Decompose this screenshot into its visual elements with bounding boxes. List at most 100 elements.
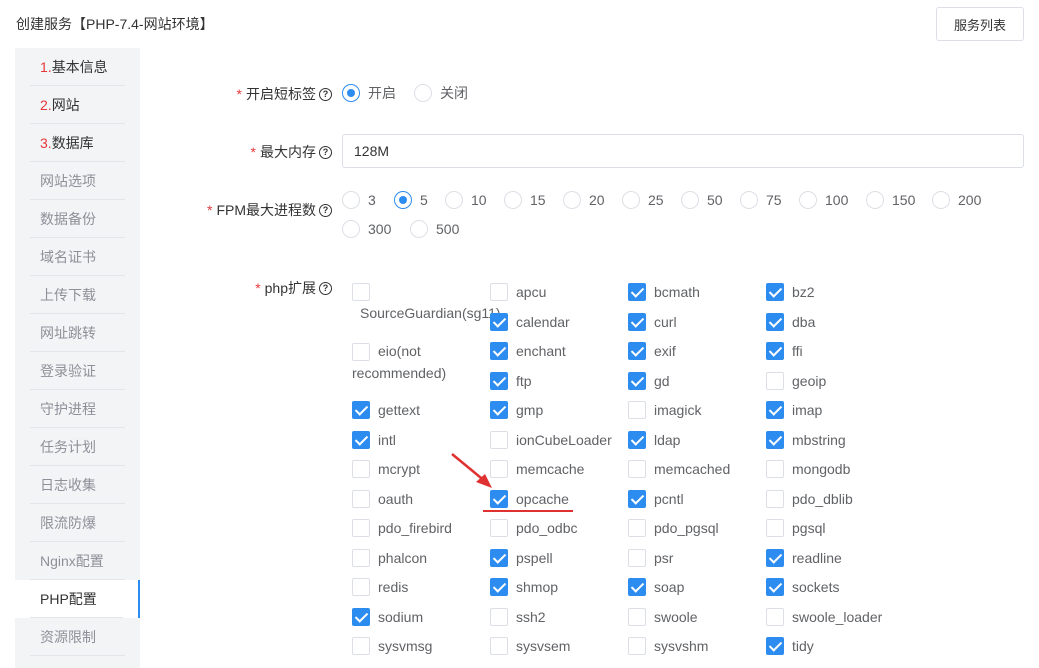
checkbox-box[interactable] — [490, 608, 508, 626]
radio-option[interactable]: 10 — [445, 191, 487, 209]
php-ext-checkbox[interactable]: sysvmsg — [352, 637, 432, 655]
checkbox-box[interactable] — [490, 313, 508, 331]
php-ext-checkbox[interactable]: ffi — [766, 342, 803, 360]
checkbox-box[interactable] — [628, 460, 646, 478]
radio-option[interactable]: 500 — [410, 220, 459, 238]
php-ext-checkbox[interactable]: gettext — [352, 401, 420, 419]
radio-circle[interactable] — [410, 220, 428, 238]
checkbox-box[interactable] — [352, 431, 370, 449]
radio-option[interactable]: 15 — [504, 191, 546, 209]
sidebar-item[interactable]: 2. 网站 — [15, 86, 140, 124]
php-ext-checkbox[interactable]: shmop — [490, 578, 558, 596]
checkbox-box[interactable] — [766, 460, 784, 478]
checkbox-box[interactable] — [628, 342, 646, 360]
php-ext-checkbox[interactable]: geoip — [766, 372, 826, 390]
checkbox-box[interactable] — [766, 313, 784, 331]
checkbox-box[interactable] — [490, 578, 508, 596]
php-ext-checkbox[interactable]: sysvshm — [628, 637, 708, 655]
php-ext-checkbox[interactable]: psr — [628, 549, 673, 567]
checkbox-box[interactable] — [766, 549, 784, 567]
sidebar-item[interactable]: 限流防爆 — [15, 504, 140, 542]
php-ext-checkbox[interactable]: sysvsem — [490, 637, 570, 655]
php-ext-checkbox[interactable]: ionCubeLoader — [490, 431, 612, 449]
checkbox-box[interactable] — [766, 578, 784, 596]
php-ext-checkbox[interactable]: pdo_odbc — [490, 519, 578, 537]
php-ext-checkbox[interactable]: eio(not recommended) — [352, 342, 477, 384]
php-ext-checkbox[interactable]: SourceGuardian(sg11) — [352, 283, 501, 321]
radio-circle[interactable] — [394, 191, 412, 209]
radio-circle[interactable] — [681, 191, 699, 209]
php-ext-checkbox[interactable]: pspell — [490, 549, 553, 567]
sidebar-item[interactable]: Nginx配置 — [15, 542, 140, 580]
max-memory-input[interactable] — [342, 134, 1024, 168]
php-ext-checkbox[interactable]: pdo_pgsql — [628, 519, 719, 537]
checkbox-box[interactable] — [628, 608, 646, 626]
php-ext-checkbox[interactable]: exif — [628, 342, 676, 360]
radio-circle[interactable] — [932, 191, 950, 209]
sidebar-item[interactable]: 网址跳转 — [15, 314, 140, 352]
php-ext-checkbox[interactable]: enchant — [490, 342, 566, 360]
php-ext-checkbox[interactable]: imagick — [628, 401, 701, 419]
sidebar-item[interactable]: 网站选项 — [15, 162, 140, 200]
radio-option[interactable]: 200 — [932, 191, 981, 209]
checkbox-box[interactable] — [766, 342, 784, 360]
radio-circle[interactable] — [342, 84, 360, 102]
php-ext-checkbox[interactable]: imap — [766, 401, 822, 419]
checkbox-box[interactable] — [352, 490, 370, 508]
php-ext-checkbox[interactable]: mbstring — [766, 431, 846, 449]
php-ext-checkbox[interactable]: memcache — [490, 460, 584, 478]
php-ext-checkbox[interactable]: soap — [628, 578, 684, 596]
radio-circle[interactable] — [342, 220, 360, 238]
checkbox-box[interactable] — [766, 608, 784, 626]
checkbox-box[interactable] — [628, 431, 646, 449]
checkbox-box[interactable] — [766, 431, 784, 449]
php-ext-checkbox[interactable]: pdo_firebird — [352, 519, 452, 537]
php-ext-checkbox[interactable]: ssh2 — [490, 608, 546, 626]
php-ext-checkbox[interactable]: pcntl — [628, 490, 684, 508]
php-ext-checkbox[interactable]: bz2 — [766, 283, 815, 301]
php-ext-checkbox[interactable]: redis — [352, 578, 408, 596]
checkbox-box[interactable] — [490, 519, 508, 537]
sidebar-item[interactable]: 数据备份 — [15, 200, 140, 238]
radio-option[interactable]: 100 — [799, 191, 848, 209]
php-ext-checkbox[interactable]: pdo_dblib — [766, 490, 853, 508]
sidebar-item[interactable]: 资源限制 — [15, 618, 140, 656]
radio-circle[interactable] — [414, 84, 432, 102]
radio-option[interactable]: 开启 — [342, 83, 396, 103]
php-ext-checkbox[interactable]: curl — [628, 313, 677, 331]
radio-option[interactable]: 50 — [681, 191, 723, 209]
checkbox-box[interactable] — [628, 519, 646, 537]
php-ext-checkbox[interactable]: pgsql — [766, 519, 825, 537]
help-icon[interactable]: ? — [319, 281, 332, 295]
php-ext-checkbox[interactable]: gmp — [490, 401, 543, 419]
radio-option[interactable]: 关闭 — [414, 83, 468, 103]
service-list-button[interactable]: 服务列表 — [936, 7, 1024, 41]
radio-option[interactable]: 25 — [622, 191, 664, 209]
sidebar-item[interactable]: 3. 数据库 — [15, 124, 140, 162]
sidebar-item[interactable]: 域名证书 — [15, 238, 140, 276]
radio-circle[interactable] — [342, 191, 360, 209]
radio-circle[interactable] — [799, 191, 817, 209]
php-ext-checkbox[interactable]: mongodb — [766, 460, 850, 478]
checkbox-box[interactable] — [490, 283, 508, 301]
radio-option[interactable]: 5 — [394, 191, 428, 209]
php-ext-checkbox[interactable]: calendar — [490, 313, 570, 331]
checkbox-box[interactable] — [352, 549, 370, 567]
php-ext-checkbox[interactable]: memcached — [628, 460, 730, 478]
radio-option[interactable]: 75 — [740, 191, 782, 209]
help-icon[interactable]: ? — [319, 87, 332, 101]
checkbox-box[interactable] — [490, 490, 508, 508]
checkbox-box[interactable] — [352, 608, 370, 626]
checkbox-box[interactable] — [766, 490, 784, 508]
php-ext-checkbox[interactable]: intl — [352, 431, 396, 449]
help-icon[interactable]: ? — [319, 203, 332, 217]
php-ext-checkbox[interactable]: gd — [628, 372, 670, 390]
checkbox-box[interactable] — [490, 431, 508, 449]
radio-circle[interactable] — [740, 191, 758, 209]
radio-circle[interactable] — [445, 191, 463, 209]
sidebar-item[interactable]: 上传下载 — [15, 276, 140, 314]
radio-circle[interactable] — [504, 191, 522, 209]
php-ext-checkbox[interactable]: dba — [766, 313, 815, 331]
php-ext-checkbox[interactable]: oauth — [352, 490, 413, 508]
sidebar-item[interactable]: 日志收集 — [15, 466, 140, 504]
